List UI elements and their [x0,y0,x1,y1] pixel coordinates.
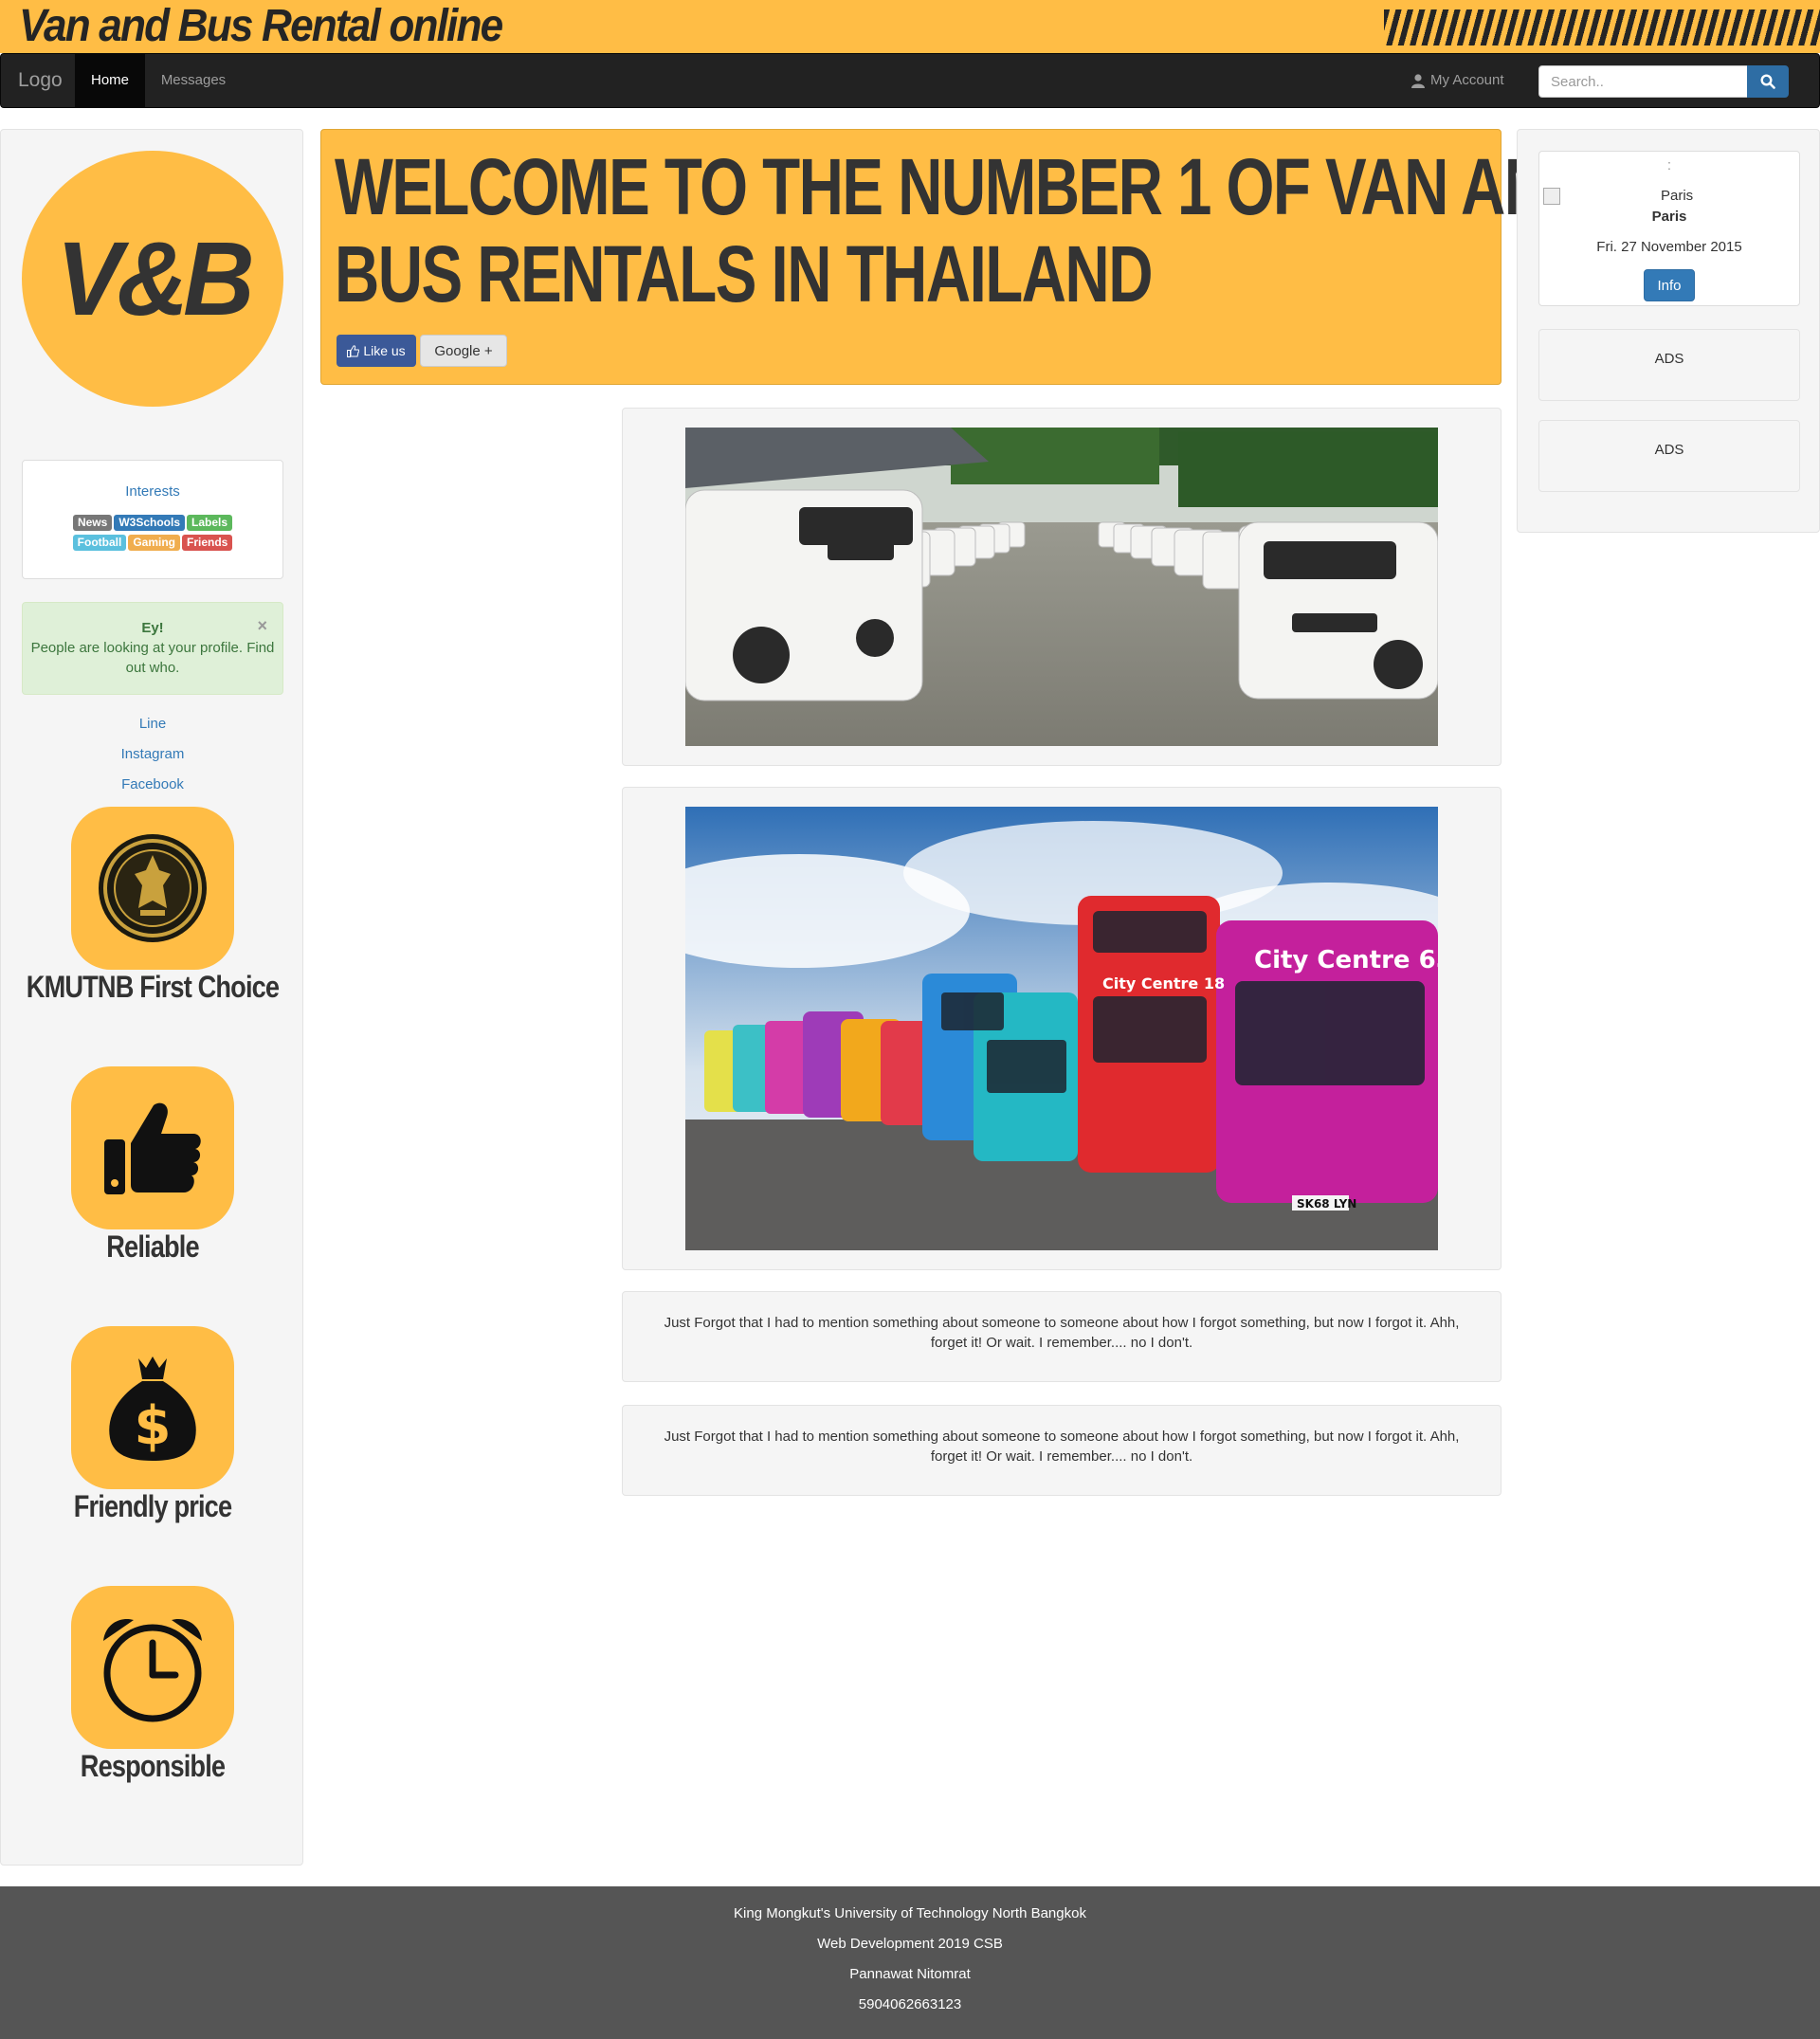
google-plus-button[interactable]: Google + [420,335,507,367]
footer-course: Web Development 2019 CSB [817,1936,1003,1952]
bus-fleet-photo: City Centre 65 City Centre 18 SK68 LYN [685,807,1438,1250]
nav-home-link[interactable]: Home [75,54,145,107]
user-icon [1411,73,1425,88]
feature-label: Reliable [106,1229,199,1264]
bus-fleet-image: City Centre 65 City Centre 18 SK68 LYN [685,807,1438,1250]
profile-date: Fri. 27 November 2015 [1596,239,1742,255]
feature-label: Friendly price [73,1489,232,1523]
bus-image-panel: City Centre 65 City Centre 18 SK68 LYN [622,787,1502,1270]
social-link-instagram[interactable]: Instagram [1,746,304,762]
profile-alert: Ey! People are looking at your profile. … [22,602,283,695]
alert-message: People are looking at your profile. Find… [30,640,275,676]
interests-card: Interests News W3Schools Labels Football Ga… [22,460,283,579]
welcome-heading: WELCOME TO THE NUMBER 1 OF VAN AND BUS R… [335,142,1592,319]
van-image-panel [622,408,1502,766]
brand-logo-text: V&B [56,220,254,337]
svg-text:SK68 LYN: SK68 LYN [1297,1197,1356,1211]
money-bag-icon: $ [109,1356,196,1461]
tag-friends[interactable]: Friends [182,535,233,551]
like-us-button[interactable]: Like us [337,335,416,367]
tag-labels[interactable]: Labels [187,515,233,531]
my-account-link[interactable]: My Account [1411,54,1504,107]
interests-title[interactable]: Interests [23,483,282,500]
search-input[interactable] [1538,65,1749,98]
alarm-clock-icon [103,1618,202,1722]
right-sidebar: : Paris Paris Fri. 27 November 2015 Info… [1517,129,1820,533]
footer-student-id: 5904062663123 [858,1996,962,2012]
social-link-facebook[interactable]: Facebook [1,776,304,792]
svg-text:City Centre 18: City Centre 18 [1102,974,1225,992]
welcome-line-2: BUS RENTALS IN THAILAND [335,229,1154,319]
left-sidebar: V&B Interests News W3Schools Labels Footba… [0,129,303,1866]
post-text-panel: Just Forgot that I had to mention someth… [622,1405,1502,1496]
feature-label: Responsible [80,1749,226,1783]
svg-text:City Centre 65: City Centre 65 [1254,946,1438,974]
brand-logo: V&B [22,151,283,407]
footer-university: King Mongkut's University of Technology … [734,1905,1086,1921]
feature-icon-tile: $ [71,1326,234,1489]
footer: King Mongkut's University of Technology … [0,1886,1820,2039]
nav-messages-link[interactable]: Messages [147,54,240,107]
van-fleet-photo [685,428,1438,746]
profile-card: : Paris Paris Fri. 27 November 2015 Info [1538,151,1800,306]
interest-tags: News W3Schools Labels Football Gaming Friend… [23,512,282,552]
tag-football[interactable]: Football [72,535,127,551]
like-us-label: Like us [363,343,406,358]
tag-w3schools[interactable]: W3Schools [114,515,186,531]
broken-image-icon [1543,188,1560,205]
search-icon [1760,74,1775,89]
feature-icon-tile [71,1066,234,1229]
feature-label: KMUTNB First Choice [26,970,280,1004]
profile-image-alt: Paris [1661,188,1694,204]
nav-logo[interactable]: Logo [18,54,63,107]
tag-gaming[interactable]: Gaming [128,535,180,551]
svg-text:$: $ [135,1395,172,1457]
profile-separator: : [1666,157,1672,173]
navbar: Logo Home Messages My Account [0,53,1820,108]
alert-title: Ey! [141,620,164,636]
tag-news[interactable]: News [72,515,113,531]
profile-name: Paris [1651,209,1687,225]
social-link-line[interactable]: Line [1,716,304,732]
ad-slot[interactable]: ADS [1538,329,1800,401]
feature-icon-tile [71,807,234,970]
info-button[interactable]: Info [1644,269,1695,301]
thumbs-up-icon [104,1102,201,1194]
ad-slot[interactable]: ADS [1538,420,1800,492]
top-banner: Van and Bus Rental online [0,0,1820,53]
welcome-jumbotron: WELCOME TO THE NUMBER 1 OF VAN AND BUS R… [320,129,1592,385]
van-fleet-image [685,428,1438,746]
my-account-label: My Account [1430,72,1504,88]
feature-icon-tile [71,1586,234,1749]
decorative-stripes [1384,9,1820,46]
post-text-panel: Just Forgot that I had to mention someth… [622,1291,1502,1382]
university-seal-icon [99,834,207,942]
alert-close-button[interactable]: × [257,616,267,636]
site-title: Van and Bus Rental online [19,1,503,51]
thumbs-up-icon [347,344,360,357]
search-button[interactable] [1747,65,1789,98]
welcome-line-1: WELCOME TO THE NUMBER 1 OF VAN AND [335,142,1592,231]
footer-author: Pannawat Nitomrat [849,1966,971,1982]
